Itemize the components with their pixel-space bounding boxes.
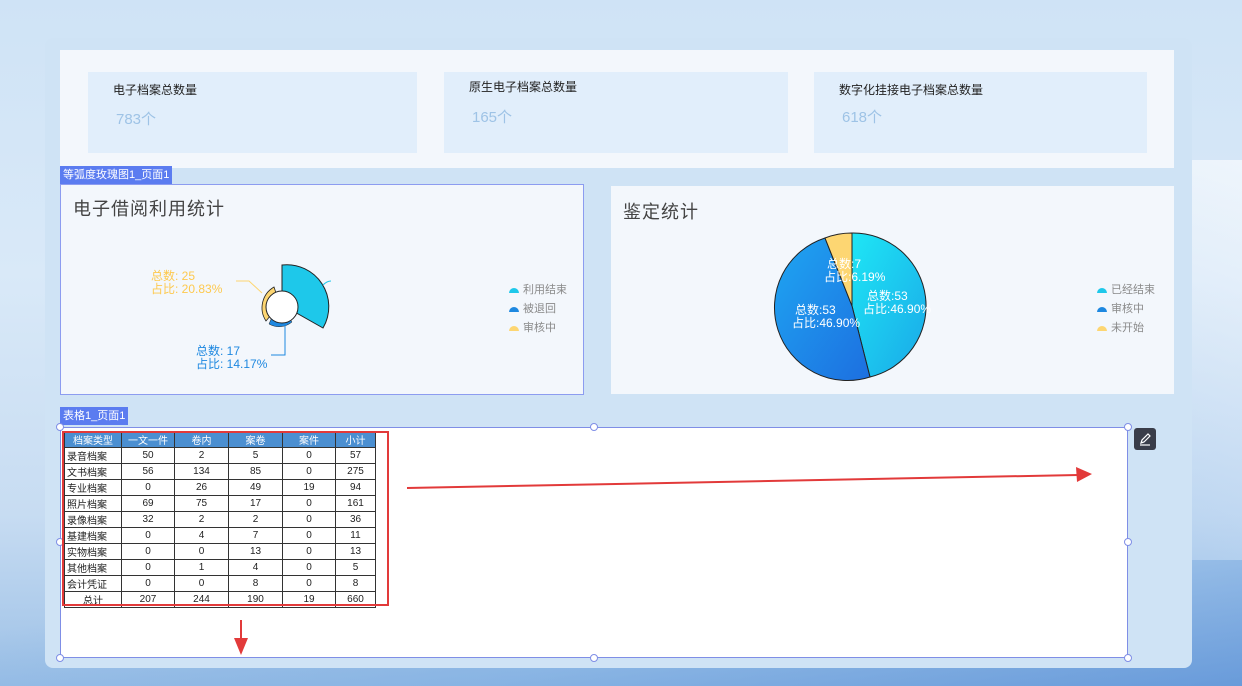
legend-item[interactable]: 审核中 (1097, 300, 1144, 316)
legend-item[interactable]: 被退回 (509, 300, 556, 316)
legend-label: 被退回 (523, 303, 556, 315)
pie-label-right-2: 占比:46.90% (863, 301, 931, 316)
legend-label: 已经结束 (1111, 284, 1155, 296)
component-tag-table[interactable]: 表格1_页面1 (60, 407, 129, 425)
legend-dot-icon (1097, 306, 1107, 312)
legend-dot-icon (509, 287, 519, 293)
edit-button[interactable] (1134, 428, 1156, 450)
legend-label: 审核中 (523, 322, 556, 334)
rose-chart: 总数: 25 占比: 20.83% 总数: 17 占比: 14.17% (151, 264, 332, 371)
kpi-title: 原生电子档案总数量 (469, 80, 578, 94)
kpi-title: 电子档案总数量 (113, 83, 198, 97)
pencil-icon (1140, 433, 1151, 446)
legend-item[interactable]: 审核中 (509, 319, 556, 335)
legend-dot-icon (1097, 287, 1107, 293)
rose-label-bottom-2: 占比: 14.17% (196, 356, 268, 371)
resize-handle-tl[interactable] (56, 423, 64, 431)
kpi-card-native[interactable]: 原生电子档案总数量 165个 (444, 72, 788, 153)
legend-item[interactable]: 未开始 (1097, 319, 1144, 335)
kpi-card-total[interactable]: 电子档案总数量 783个 (88, 72, 417, 153)
pie-label-left-1: 总数:53 (795, 302, 836, 317)
resize-handle-tc[interactable] (590, 423, 598, 431)
rose-center-hole (265, 290, 299, 324)
leader-line-right (322, 280, 332, 286)
leader-line-bottom (271, 325, 286, 356)
pie-label-small-1: 总数:7 (827, 256, 861, 271)
legend-dot-icon (509, 306, 519, 312)
legend-label: 未开始 (1111, 322, 1144, 334)
resize-handle-br[interactable] (1124, 654, 1132, 662)
resize-handle-bc[interactable] (590, 654, 598, 662)
rose-label-bottom-1: 总数: 17 (196, 343, 240, 358)
legend-item[interactable]: 利用结束 (509, 281, 567, 297)
annotation-selection-box (62, 431, 389, 606)
component-tag-rose[interactable]: 等弧度玫瑰图1_页面1 (60, 166, 173, 184)
pie-label-left-2: 占比:46.90% (792, 315, 860, 330)
legend-label: 审核中 (1111, 303, 1144, 315)
legend-dot-icon (1097, 325, 1107, 331)
legend-item[interactable]: 已经结束 (1097, 281, 1155, 297)
kpi-card-digitized[interactable]: 数字化挂接电子档案总数量 618个 (814, 72, 1147, 153)
leader-line-top (236, 280, 263, 294)
kpi-title: 数字化挂接电子档案总数量 (839, 83, 984, 97)
resize-handle-bl[interactable] (56, 654, 64, 662)
rose-label-top-2: 占比: 20.83% (151, 281, 223, 296)
pie-label-small-2: 占比:6.19% (824, 269, 886, 284)
legend-dot-icon (509, 325, 519, 331)
kpi-value: 165个 (472, 109, 513, 126)
pie-chart: 总数:7 占比:6.19% 总数:53 占比:46.90% 总数:53 占比:4… (773, 232, 931, 382)
kpi-value: 618个 (842, 109, 883, 126)
legend-label: 利用结束 (523, 284, 567, 296)
rose-chart-panel[interactable]: 电子借阅利用统计 总数: 25 占比: 20.83% 总数: 17 占比: 14… (60, 184, 584, 395)
resize-handle-tr[interactable] (1124, 423, 1132, 431)
kpi-value: 783个 (116, 111, 157, 128)
rose-label-top-1: 总数: 25 (151, 268, 195, 283)
pie-chart-panel[interactable]: 鉴定统计 总数:7 占比:6.19% 总数:53 占比:46.90% 总数:53… (611, 186, 1174, 394)
pie-label-right-1: 总数:53 (867, 288, 908, 303)
resize-handle-mr[interactable] (1124, 538, 1132, 546)
